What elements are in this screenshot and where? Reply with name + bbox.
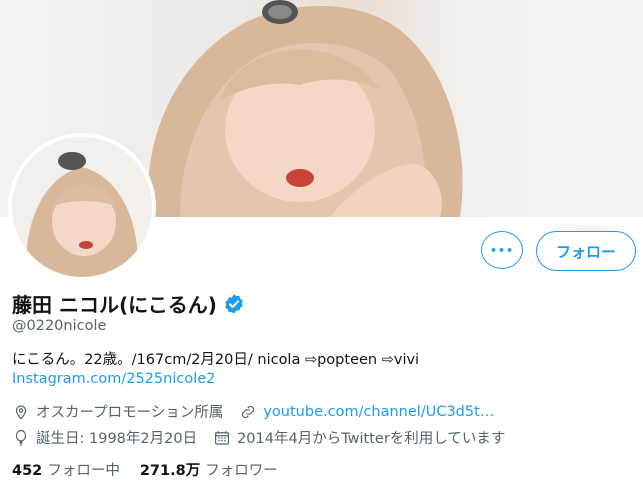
website-item[interactable]: youtube.com/channel/UC3d5t…: [239, 403, 494, 421]
verified-badge-icon: [225, 293, 243, 314]
followers-label: フォロワー: [205, 463, 278, 479]
balloon-icon: [15, 429, 27, 446]
avatar[interactable]: [8, 133, 156, 281]
follow-button-label: フォロー: [555, 242, 616, 261]
bio-text: にこるん。22歳。/167cm/2月20日/ nicola ⇨popteen ⇨…: [12, 352, 420, 368]
bio-link[interactable]: Instagram.com/2525nicole2: [12, 371, 215, 387]
location-text: オスカープロモーション所属: [36, 405, 224, 421]
following-link[interactable]: 452 フォロー中: [12, 459, 120, 480]
link-icon: [242, 405, 255, 418]
profile-meta-row-2: 誕生日: 1998年2月20日 2014年4月からTwitterを利用しています: [12, 427, 521, 448]
more-options-button[interactable]: •••: [481, 231, 523, 269]
joined-text: 2014年4月からTwitterを利用しています: [237, 431, 506, 447]
followers-link[interactable]: 271.8万 フォロワー: [140, 459, 278, 480]
profile-name-row: 藤田 ニコル(にこるん): [12, 289, 245, 318]
birthday-item: 誕生日: 1998年2月20日: [12, 427, 197, 448]
follow-button[interactable]: フォロー: [536, 231, 636, 271]
follow-counts: 452 フォロー中 271.8万 フォロワー: [12, 459, 298, 480]
location-pin-icon: [15, 404, 27, 420]
display-name: 藤田 ニコル(にこるん): [12, 293, 217, 317]
followers-count: 271.8万: [139, 463, 206, 479]
more-dots-icon: •••: [489, 243, 515, 257]
following-count: 452: [12, 463, 48, 479]
birthday-text: 誕生日: 1998年2月20日: [36, 431, 198, 447]
user-handle: @0220nicole: [12, 318, 107, 334]
following-label: フォロー中: [47, 463, 120, 479]
location-item: オスカープロモーション所属: [12, 401, 223, 422]
joined-item: 2014年4月からTwitterを利用しています: [213, 427, 505, 448]
website-link[interactable]: youtube.com/channel/UC3d5t…: [263, 404, 494, 420]
calendar-icon: [215, 430, 230, 445]
profile-meta-row-1: オスカープロモーション所属 youtube.com/channel/UC3d5t…: [12, 401, 510, 422]
avatar-photo: [12, 137, 152, 277]
